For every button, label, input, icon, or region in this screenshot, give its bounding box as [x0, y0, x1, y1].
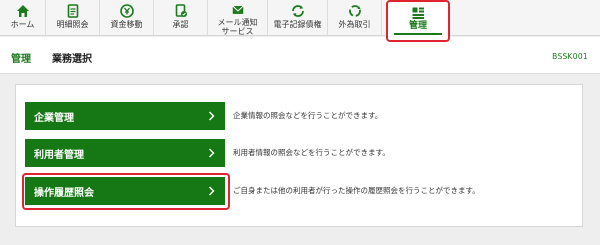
recycle-icon: [348, 5, 361, 17]
approval-icon: [175, 4, 187, 17]
tab-label: メール通知 サービス: [217, 18, 258, 36]
page-title: 業務選択: [52, 54, 92, 65]
menu-description: ご自身または他の利用者が行った操作の履歴照会を行うことができます。: [233, 186, 480, 195]
tab-label: 承認: [172, 20, 189, 29]
user-management-button[interactable]: 利用者管理: [25, 139, 225, 167]
company-management-button[interactable]: 企業管理: [25, 102, 225, 130]
tab-label: 管理: [408, 21, 427, 31]
tab-mail-notification[interactable]: メール通知 サービス: [208, 0, 268, 36]
button-label: 利用者管理: [34, 149, 84, 161]
tab-label: 電子記録債権: [273, 20, 322, 29]
button-label: 企業管理: [34, 112, 74, 124]
tab-home[interactable]: ホーム: [0, 0, 46, 36]
breadcrumb-main: 管理: [11, 54, 31, 65]
global-nav: ホーム 明細照会 資金移動 承認 メール通知 サービス 電子記録債権 外為取引 …: [0, 0, 600, 42]
screen-id: BSSK001: [552, 52, 588, 61]
chevron-right-icon: [209, 111, 215, 121]
tab-label: 外為取引: [338, 20, 371, 29]
menu-description: 企業情報の照会などを行うことができます。: [233, 111, 383, 120]
home-icon: [16, 5, 29, 17]
tab-label: 資金移動: [110, 20, 143, 29]
document-icon: [67, 4, 78, 18]
tab-statement-inquiry[interactable]: 明細照会: [46, 0, 100, 36]
button-label: 操作履歴照会: [34, 187, 94, 199]
mail-icon: [231, 5, 244, 14]
chevron-right-icon: [209, 148, 215, 158]
business-selection-panel: 企業管理 企業情報の照会などを行うことができます。 利用者管理 利用者情報の照会…: [15, 84, 583, 227]
tab-foreign-exchange[interactable]: 外為取引: [328, 0, 382, 36]
tab-fund-transfer[interactable]: 資金移動: [100, 0, 154, 36]
tab-approval[interactable]: 承認: [154, 0, 208, 36]
management-icon: [412, 7, 424, 19]
menu-row-history: 操作履歴照会 ご自身または他の利用者が行った操作の履歴照会を行うことができます。: [25, 177, 585, 205]
menu-row-company: 企業管理 企業情報の照会などを行うことができます。: [25, 102, 585, 130]
chevron-right-icon: [209, 186, 215, 196]
menu-row-user: 利用者管理 利用者情報の照会などを行うことができます。: [25, 139, 585, 167]
page-header: 管理 業務選択 BSSK001: [0, 37, 600, 74]
tab-label: ホーム: [10, 20, 35, 29]
tab-electronic-receivables[interactable]: 電子記録債権: [268, 0, 328, 36]
tab-management[interactable]: 管理: [386, 0, 450, 42]
yen-transfer-icon: [119, 4, 134, 18]
operation-history-button[interactable]: 操作履歴照会: [25, 177, 225, 205]
tab-label: 明細照会: [56, 20, 89, 29]
cycle-icon: [291, 5, 304, 17]
menu-description: 利用者情報の照会などを行うことができます。: [233, 148, 390, 157]
